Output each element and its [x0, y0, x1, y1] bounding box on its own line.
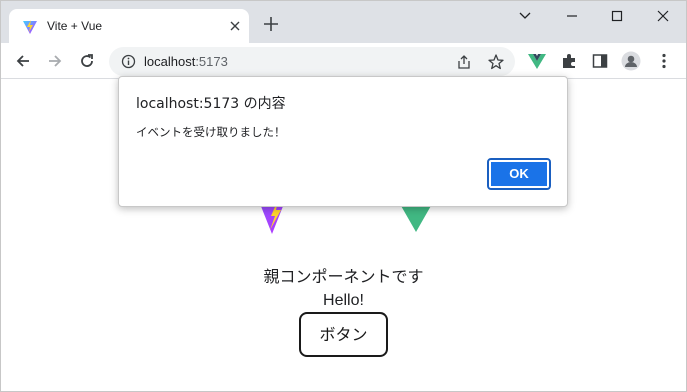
alert-ok-button[interactable]: OK [487, 158, 551, 190]
new-tab-plus-icon[interactable] [260, 13, 282, 35]
more-menu-icon[interactable] [654, 51, 674, 71]
forward-arrow-icon[interactable] [44, 50, 66, 72]
side-panel-icon[interactable] [590, 51, 610, 71]
tab-vite-vue[interactable]: Vite + Vue [9, 9, 249, 43]
tab-title: Vite + Vue [47, 19, 103, 33]
url-text: localhost:5173 [144, 54, 228, 69]
browser-toolbar: localhost:5173 [1, 43, 686, 79]
info-icon[interactable] [121, 54, 136, 69]
maximize-icon[interactable] [602, 5, 632, 27]
address-bar[interactable]: localhost:5173 [109, 47, 515, 76]
vite-logo-icon [22, 19, 38, 35]
vue-devtools-icon[interactable] [527, 51, 547, 71]
tab-close-icon[interactable] [227, 18, 243, 34]
child-button[interactable]: ボタン [299, 312, 388, 357]
url-host: localhost [144, 54, 196, 69]
alert-dialog: localhost:5173 の内容 イベントを受け取りました！ OK [118, 76, 568, 207]
alert-title: localhost:5173 の内容 [136, 96, 286, 112]
hello-text: Hello! [323, 292, 364, 309]
chevron-down-icon[interactable] [510, 5, 540, 27]
back-arrow-icon[interactable] [12, 50, 34, 72]
parent-component-text: 親コンポーネントです [263, 267, 424, 286]
window-close-icon[interactable] [648, 5, 678, 27]
minimize-icon[interactable] [557, 5, 587, 27]
tab-strip: Vite + Vue [1, 1, 686, 43]
url-port: :5173 [195, 54, 228, 69]
share-icon[interactable] [455, 53, 473, 71]
profile-icon[interactable] [621, 51, 641, 71]
extensions-icon[interactable] [560, 51, 580, 71]
reload-icon[interactable] [76, 50, 98, 72]
alert-message: イベントを受け取りました！ [136, 125, 286, 139]
star-icon[interactable] [487, 53, 505, 71]
